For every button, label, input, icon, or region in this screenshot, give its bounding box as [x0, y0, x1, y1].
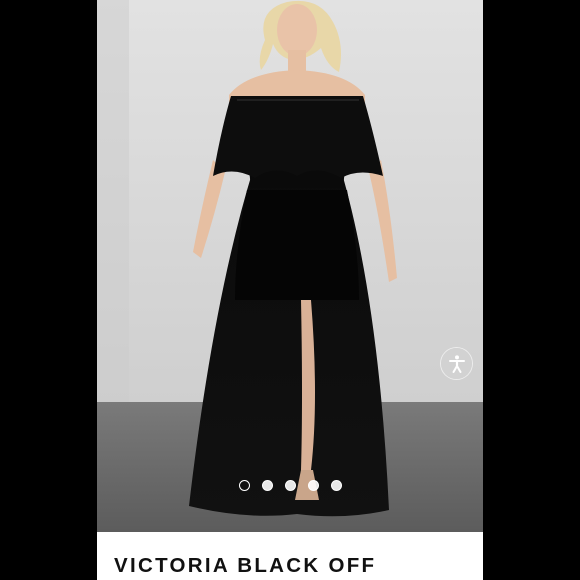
carousel-dot-2[interactable] [261, 480, 273, 491]
page-backdrop: VICTORIA BLACK OFF [0, 0, 580, 580]
accessibility-button[interactable] [441, 348, 472, 379]
listing-card: VICTORIA BLACK OFF [97, 0, 483, 580]
carousel-dot-3[interactable] [284, 480, 296, 491]
carousel-indicators [97, 480, 483, 494]
listing-title-bar: VICTORIA BLACK OFF [97, 532, 483, 580]
carousel-dot-5[interactable] [330, 480, 342, 491]
accessibility-person-icon [448, 354, 465, 373]
product-image[interactable] [97, 0, 483, 532]
carousel-dot-4[interactable] [307, 480, 319, 491]
carousel-dot-1[interactable] [238, 480, 250, 491]
product-photo-illustration [97, 0, 483, 532]
listing-title: VICTORIA BLACK OFF [114, 554, 377, 577]
